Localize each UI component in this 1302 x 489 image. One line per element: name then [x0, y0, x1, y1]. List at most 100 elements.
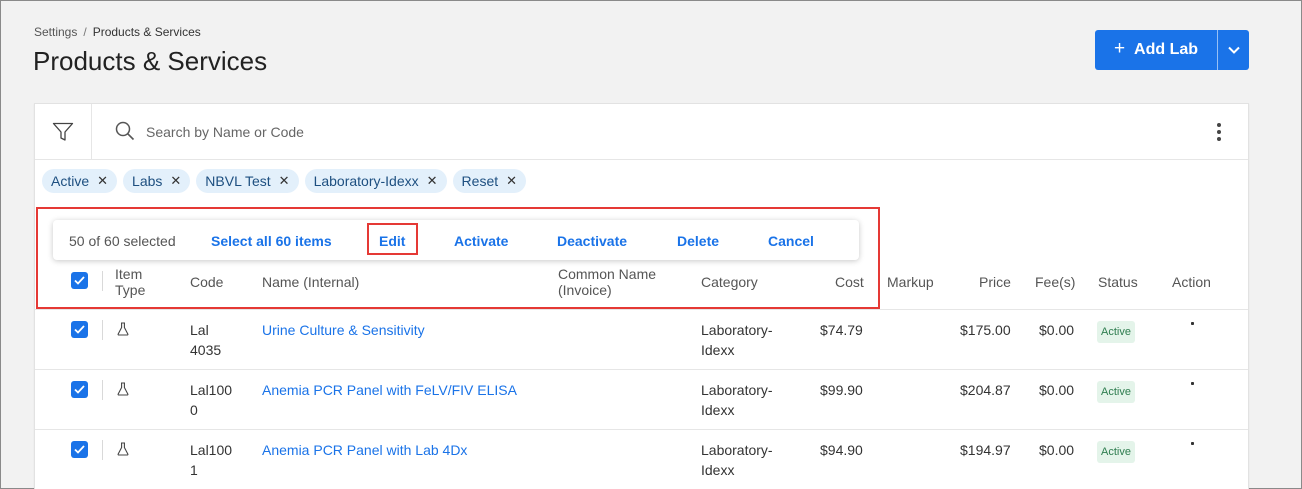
chip-label: Labs: [132, 173, 163, 189]
row-checkbox[interactable]: [71, 441, 88, 458]
column-action: Action: [1172, 274, 1211, 290]
row-category-line2: Idexx: [701, 402, 735, 418]
table-row: Lal100 1 Anemia PCR Panel with Lab 4Dx L…: [35, 430, 1248, 489]
breadcrumb-settings[interactable]: Settings: [34, 25, 77, 39]
row-more-vertical-icon[interactable]: [1187, 382, 1197, 398]
column-status[interactable]: Status: [1098, 274, 1138, 290]
chip-label: Laboratory-Idexx: [313, 173, 419, 189]
add-lab-label: Add Lab: [1134, 41, 1199, 58]
chevron-down-icon: [1227, 46, 1240, 54]
row-code-line1: Lal100: [190, 442, 233, 458]
filter-button[interactable]: [35, 104, 92, 160]
filter-chip-laboratory-idexx[interactable]: Laboratory-Idexx ✕: [304, 169, 447, 193]
bulk-action-bar: 50 of 60 selected Select all 60 items Ed…: [53, 220, 859, 260]
close-icon[interactable]: ✕: [427, 173, 438, 189]
search-input[interactable]: [146, 120, 746, 144]
column-markup[interactable]: Markup: [887, 274, 934, 290]
chip-label: NBVL Test: [205, 173, 271, 189]
activate-button[interactable]: Activate: [454, 233, 508, 249]
add-lab-button[interactable]: + Add Lab: [1095, 30, 1217, 70]
column-price[interactable]: Price: [979, 274, 1011, 290]
search-icon: [115, 121, 135, 141]
more-vertical-icon[interactable]: [1209, 120, 1229, 144]
column-name[interactable]: Name (Internal): [262, 274, 359, 290]
edit-button[interactable]: Edit: [379, 233, 405, 249]
check-icon: [74, 325, 85, 334]
filter-chip-active[interactable]: Active ✕: [42, 169, 118, 193]
column-code[interactable]: Code: [190, 274, 223, 290]
column-category[interactable]: Category: [701, 274, 758, 290]
breadcrumb-separator: /: [83, 25, 87, 39]
row-code-line2: 1: [190, 462, 198, 478]
status-badge: Active: [1097, 381, 1135, 403]
close-icon[interactable]: ✕: [170, 173, 181, 189]
add-lab-dropdown-button[interactable]: [1217, 30, 1249, 70]
status-badge: Active: [1097, 441, 1135, 463]
column-common-name-line1[interactable]: Common Name: [558, 266, 656, 282]
row-cost: $99.90: [820, 382, 863, 398]
row-fees: $0.00: [1039, 442, 1075, 458]
row-name-link[interactable]: Urine Culture & Sensitivity: [262, 320, 425, 340]
row-category-line1: Laboratory-: [701, 382, 773, 398]
row-more-vertical-icon[interactable]: [1187, 322, 1197, 338]
select-all-items-button[interactable]: Select all 60 items: [211, 233, 332, 249]
column-divider: [102, 440, 103, 460]
row-price: $194.97: [960, 442, 1011, 458]
column-item-type-line1: Item: [115, 266, 143, 282]
table-row: Lal100 0 Anemia PCR Panel with FeLV/FIV …: [35, 370, 1248, 430]
row-checkbox[interactable]: [71, 381, 88, 398]
filter-chip-labs[interactable]: Labs ✕: [123, 169, 191, 193]
plus-icon: +: [1113, 38, 1126, 59]
row-name-link[interactable]: Anemia PCR Panel with FeLV/FIV ELISA: [262, 380, 517, 400]
filter-chip-reset[interactable]: Reset ✕: [452, 169, 527, 193]
row-code-line2: 4035: [190, 342, 222, 358]
dot: [1217, 130, 1221, 134]
dot: [1217, 123, 1221, 127]
row-category-line1: Laboratory-: [701, 322, 773, 338]
row-price: $204.87: [960, 382, 1011, 398]
close-icon[interactable]: ✕: [279, 173, 290, 189]
chip-label: Active: [51, 173, 90, 189]
row-category-line2: Idexx: [701, 462, 735, 478]
flask-icon: [117, 442, 129, 456]
close-icon[interactable]: ✕: [97, 173, 108, 189]
delete-button[interactable]: Delete: [677, 233, 719, 249]
row-code-line1: Lal100: [190, 382, 233, 398]
filter-chips: Active ✕ Labs ✕ NBVL Test ✕ Laboratory-Idex…: [42, 169, 527, 193]
check-icon: [74, 385, 85, 394]
dot: [1217, 137, 1221, 141]
dot: [1190, 322, 1194, 325]
table-header: Item Type Code Name (Internal) Common Na…: [35, 264, 1248, 310]
chip-label: Reset: [461, 173, 499, 189]
flask-icon: [117, 382, 129, 396]
table-row: Lal 4035 Urine Culture & Sensitivity Lab…: [35, 310, 1248, 370]
column-item-type-line2: Type: [115, 282, 146, 298]
flask-icon: [117, 322, 129, 336]
close-icon[interactable]: ✕: [506, 173, 517, 189]
status-badge: Active: [1097, 321, 1135, 343]
filter-icon: [52, 122, 74, 141]
column-cost[interactable]: Cost: [835, 274, 864, 290]
dot: [1190, 382, 1194, 385]
check-icon: [74, 445, 85, 454]
row-fees: $0.00: [1039, 382, 1075, 398]
cancel-button[interactable]: Cancel: [768, 233, 814, 249]
row-price: $175.00: [960, 322, 1011, 338]
row-checkbox[interactable]: [71, 321, 88, 338]
column-divider: [102, 320, 103, 340]
breadcrumb: Settings / Products & Services: [34, 25, 201, 39]
row-more-vertical-icon[interactable]: [1187, 442, 1197, 458]
column-common-name-line2: (Invoice): [558, 282, 612, 298]
check-icon: [74, 276, 85, 285]
breadcrumb-current: Products & Services: [92, 25, 201, 39]
column-fees[interactable]: Fee(s): [1035, 274, 1075, 290]
row-name-link[interactable]: Anemia PCR Panel with Lab 4Dx: [262, 440, 467, 460]
search-bar: [35, 104, 1248, 160]
row-category-line2: Idexx: [701, 342, 735, 358]
column-divider: [102, 271, 103, 291]
row-cost: $74.79: [820, 322, 863, 338]
deactivate-button[interactable]: Deactivate: [557, 233, 627, 249]
select-all-checkbox[interactable]: [71, 272, 88, 289]
filter-chip-nbvl-test[interactable]: NBVL Test ✕: [196, 169, 299, 193]
row-cost: $94.90: [820, 442, 863, 458]
